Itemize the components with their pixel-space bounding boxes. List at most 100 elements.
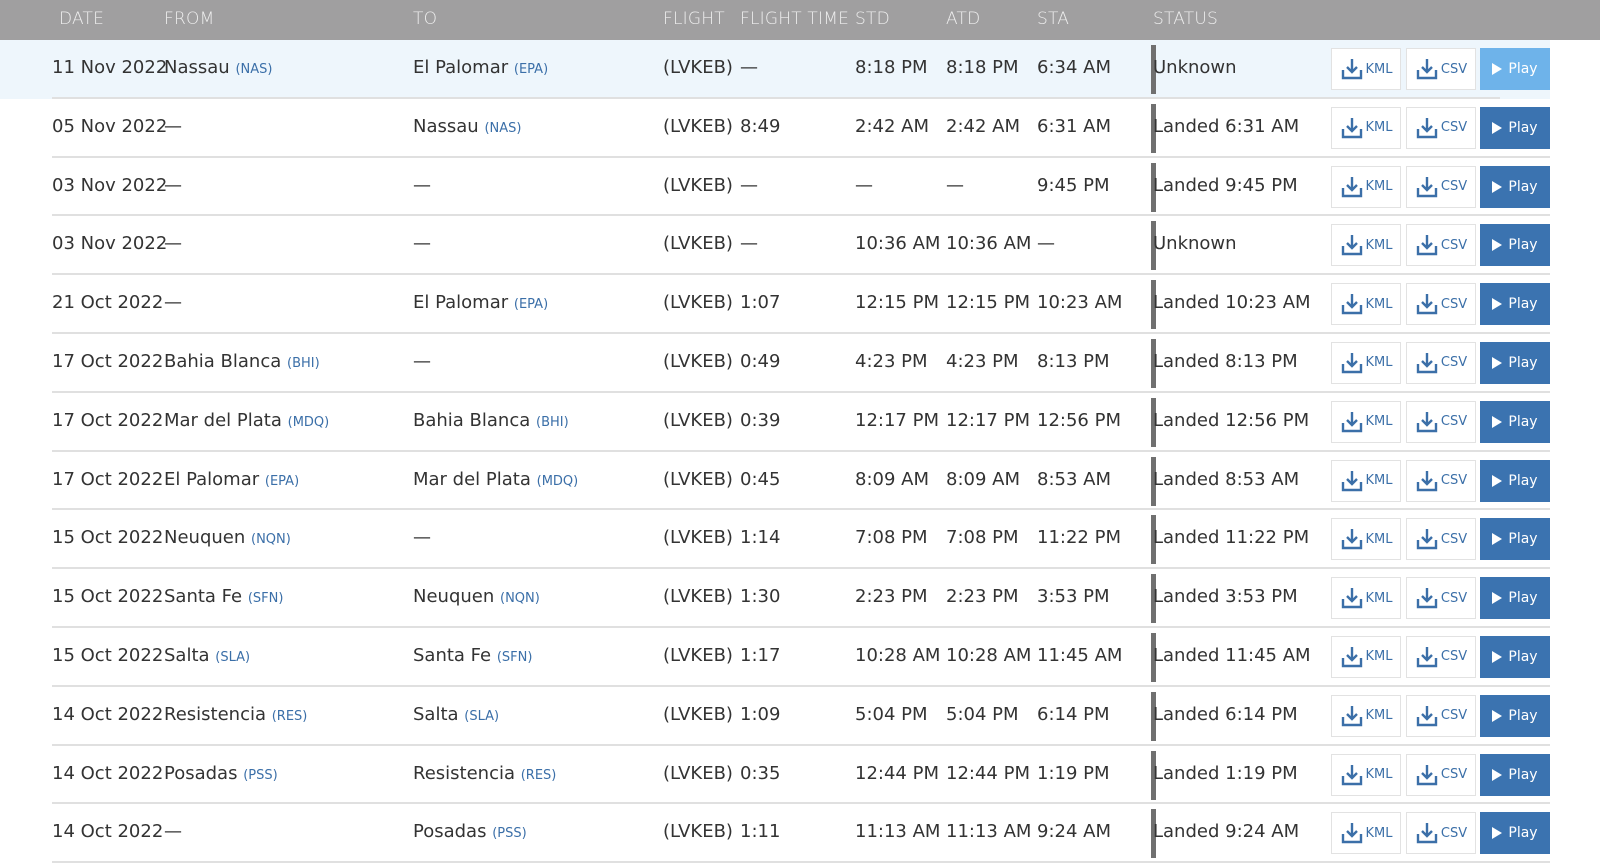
from-cell[interactable]: Mar del Plata (MDQ) [164, 410, 329, 431]
from-cell[interactable]: Santa Fe (SFN) [164, 586, 283, 607]
to-cell[interactable]: Salta (SLA) [413, 704, 499, 725]
play-button[interactable]: Play [1480, 694, 1550, 737]
to-cell[interactable]: Santa Fe (SFN) [413, 645, 532, 666]
from-cell[interactable]: Posadas (PSS) [164, 763, 278, 784]
download-csv-button[interactable]: CSV [1406, 635, 1476, 678]
play-button[interactable]: Play [1480, 341, 1550, 384]
flight-cell[interactable]: (LVKEB) [663, 116, 733, 137]
play-button[interactable]: Play [1480, 165, 1550, 208]
download-kml-button[interactable]: KML [1331, 694, 1401, 737]
download-kml-button[interactable]: KML [1331, 400, 1401, 443]
header-sta[interactable]: STA [1037, 9, 1069, 29]
from-cell[interactable]: — [164, 116, 182, 137]
from-cell[interactable]: — [164, 292, 182, 313]
from-cell[interactable]: Salta (SLA) [164, 645, 250, 666]
header-to[interactable]: TO [413, 9, 437, 29]
play-button[interactable]: Play [1480, 753, 1550, 796]
flight-time-cell: 1:09 [740, 703, 781, 725]
to-cell[interactable]: Bahia Blanca (BHI) [413, 410, 569, 431]
play-button[interactable]: Play [1480, 812, 1550, 855]
flight-cell[interactable]: (LVKEB) [663, 351, 733, 372]
download-kml-button[interactable]: KML [1331, 518, 1401, 561]
header-std[interactable]: STD [855, 9, 890, 29]
from-cell[interactable]: — [164, 233, 182, 254]
flight-cell[interactable]: (LVKEB) [663, 586, 733, 607]
download-csv-button[interactable]: CSV [1406, 224, 1476, 267]
flight-cell[interactable]: (LVKEB) [663, 469, 733, 490]
download-kml-button[interactable]: KML [1331, 753, 1401, 796]
download-kml-button[interactable]: KML [1331, 577, 1401, 620]
to-cell[interactable]: Resistencia (RES) [413, 763, 556, 784]
flight-cell[interactable]: (LVKEB) [663, 292, 733, 313]
download-csv-button[interactable]: CSV [1406, 753, 1476, 796]
play-button[interactable]: Play [1480, 635, 1550, 678]
download-csv-button[interactable]: CSV [1406, 283, 1476, 326]
csv-label: CSV [1440, 531, 1468, 547]
play-button[interactable]: Play [1480, 577, 1550, 620]
from-cell[interactable]: — [164, 175, 182, 196]
flight-cell[interactable]: (LVKEB) [663, 763, 733, 784]
play-button[interactable]: Play [1480, 459, 1550, 502]
to-cell[interactable]: El Palomar (EPA) [413, 57, 548, 78]
header-date[interactable]: DATE [59, 9, 104, 29]
status-cell: Landed 11:45 AM [1153, 644, 1311, 666]
from-cell[interactable]: Neuquen (NQN) [164, 527, 291, 548]
download-kml-button[interactable]: KML [1331, 165, 1401, 208]
download-kml-button[interactable]: KML [1331, 106, 1401, 149]
download-kml-button[interactable]: KML [1331, 283, 1401, 326]
download-csv-button[interactable]: CSV [1406, 812, 1476, 855]
from-cell[interactable]: Bahia Blanca (BHI) [164, 351, 320, 372]
download-csv-button[interactable]: CSV [1406, 459, 1476, 502]
flight-cell[interactable]: (LVKEB) [663, 821, 733, 842]
from-cell[interactable]: Resistencia (RES) [164, 704, 307, 725]
download-csv-button[interactable]: CSV [1406, 694, 1476, 737]
download-kml-button[interactable]: KML [1331, 812, 1401, 855]
flight-cell[interactable]: (LVKEB) [663, 233, 733, 254]
flight-cell[interactable]: (LVKEB) [663, 410, 733, 431]
to-cell[interactable]: El Palomar (EPA) [413, 292, 548, 313]
from-code: (MDQ) [287, 414, 330, 430]
flight-time-cell: 1:17 [740, 644, 781, 666]
download-kml-button[interactable]: KML [1331, 635, 1401, 678]
download-kml-button[interactable]: KML [1331, 459, 1401, 502]
download-csv-button[interactable]: CSV [1406, 48, 1476, 90]
flight-cell[interactable]: (LVKEB) [663, 527, 733, 548]
flight-cell[interactable]: (LVKEB) [663, 704, 733, 725]
to-cell[interactable]: Mar del Plata (MDQ) [413, 469, 578, 490]
to-cell[interactable]: — [413, 351, 431, 372]
play-button[interactable]: Play [1480, 48, 1550, 90]
header-flight-time[interactable]: FLIGHT TIME [740, 9, 849, 29]
std-cell: 8:09 AM [855, 468, 929, 490]
download-csv-button[interactable]: CSV [1406, 400, 1476, 443]
play-button[interactable]: Play [1480, 224, 1550, 267]
header-flight[interactable]: FLIGHT [663, 9, 725, 29]
play-button[interactable]: Play [1480, 106, 1550, 149]
flight-cell[interactable]: (LVKEB) [663, 57, 733, 78]
from-cell[interactable]: El Palomar (EPA) [164, 469, 299, 490]
flight-cell[interactable]: (LVKEB) [663, 175, 733, 196]
to-cell[interactable]: — [413, 527, 431, 548]
to-cell[interactable]: Posadas (PSS) [413, 821, 527, 842]
header-status[interactable]: STATUS [1153, 9, 1218, 29]
header-from[interactable]: FROM [164, 9, 214, 29]
play-label: Play [1508, 707, 1538, 724]
to-cell[interactable]: Neuquen (NQN) [413, 586, 540, 607]
download-csv-button[interactable]: CSV [1406, 518, 1476, 561]
to-cell[interactable]: Nassau (NAS) [413, 116, 521, 137]
play-button[interactable]: Play [1480, 400, 1550, 443]
to-cell[interactable]: — [413, 233, 431, 254]
play-button[interactable]: Play [1480, 518, 1550, 561]
flight-cell[interactable]: (LVKEB) [663, 645, 733, 666]
header-atd[interactable]: ATD [946, 9, 980, 29]
play-button[interactable]: Play [1480, 283, 1550, 326]
download-kml-button[interactable]: KML [1331, 341, 1401, 384]
download-kml-button[interactable]: KML [1331, 48, 1401, 90]
from-cell[interactable]: Nassau (NAS) [164, 57, 272, 78]
download-csv-button[interactable]: CSV [1406, 577, 1476, 620]
download-csv-button[interactable]: CSV [1406, 165, 1476, 208]
download-kml-button[interactable]: KML [1331, 224, 1401, 267]
to-cell[interactable]: — [413, 175, 431, 196]
from-cell[interactable]: — [164, 821, 182, 842]
download-csv-button[interactable]: CSV [1406, 106, 1476, 149]
download-csv-button[interactable]: CSV [1406, 341, 1476, 384]
